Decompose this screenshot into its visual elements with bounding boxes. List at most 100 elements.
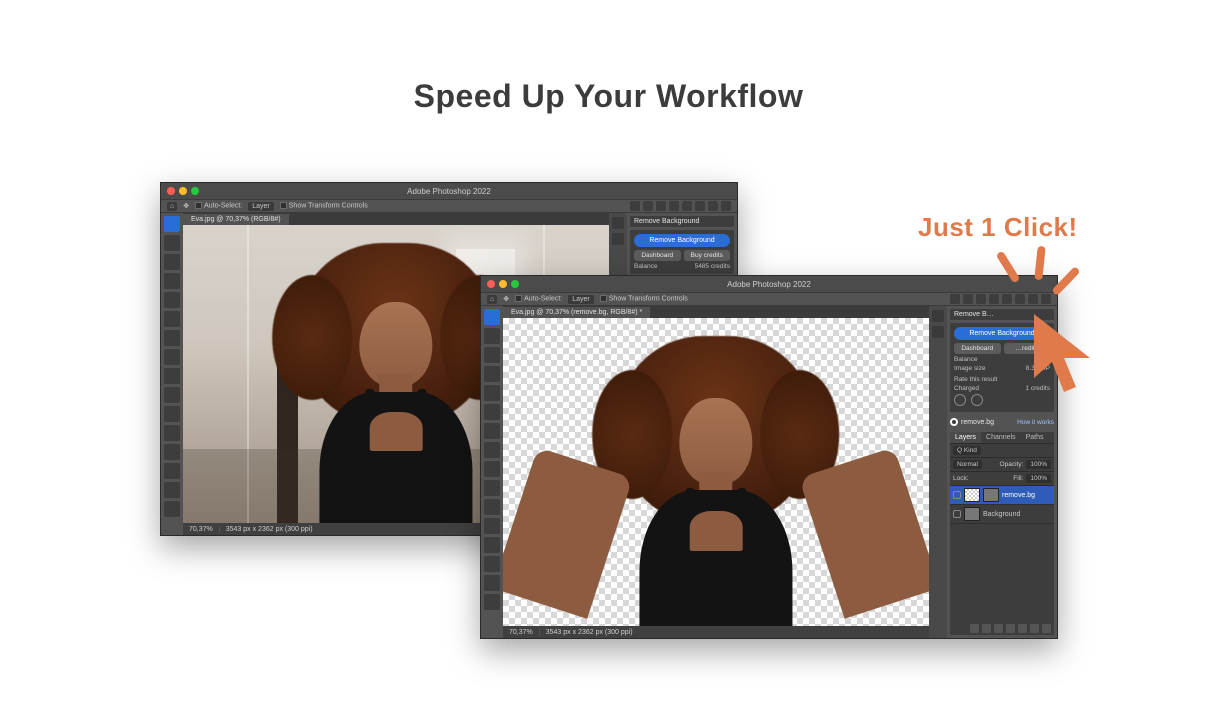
brush-tool-icon[interactable]: [164, 368, 180, 384]
panel-icon[interactable]: [612, 233, 624, 245]
marquee-tool-icon[interactable]: [484, 328, 500, 344]
panel-icon[interactable]: [612, 217, 624, 229]
distribute-icon[interactable]: [721, 201, 731, 211]
layer-filter-dropdown[interactable]: Q Kind: [953, 446, 981, 455]
new-layer-icon[interactable]: [1030, 624, 1039, 633]
visibility-icon[interactable]: [953, 510, 961, 518]
distribute-icon[interactable]: [1041, 294, 1051, 304]
auto-select-checkbox[interactable]: [195, 202, 202, 209]
thumbs-up-icon[interactable]: [954, 394, 966, 406]
mode-icon[interactable]: [669, 201, 679, 211]
gradient-tool-icon[interactable]: [164, 444, 180, 460]
dashboard-button[interactable]: Dashboard: [954, 343, 1001, 354]
eyedropper-tool-icon[interactable]: [164, 330, 180, 346]
blend-mode-dropdown[interactable]: Normal: [953, 460, 982, 469]
document-tab[interactable]: Eva.jpg @ 70,37% (remove.bg, RGB/8#) *: [503, 306, 929, 318]
pen-tool-icon[interactable]: [484, 594, 500, 610]
stamp-tool-icon[interactable]: [164, 387, 180, 403]
fx-icon[interactable]: [982, 624, 991, 633]
how-it-works-link[interactable]: How it works: [1017, 419, 1054, 426]
align-icon[interactable]: [643, 201, 653, 211]
dodge-tool-icon[interactable]: [164, 482, 180, 498]
home-icon[interactable]: ⌂: [167, 202, 177, 211]
show-transform-checkbox[interactable]: [280, 202, 287, 209]
auto-select-checkbox[interactable]: [515, 295, 522, 302]
distribute-icon[interactable]: [695, 201, 705, 211]
adjustment-icon[interactable]: [1006, 624, 1015, 633]
crop-tool-icon[interactable]: [484, 385, 500, 401]
dashboard-button[interactable]: Dashboard: [634, 250, 681, 261]
blur-tool-icon[interactable]: [484, 556, 500, 572]
minimize-icon[interactable]: [179, 187, 187, 195]
zoom-icon[interactable]: [191, 187, 199, 195]
document-tab[interactable]: Eva.jpg @ 70,37% (RGB/8#): [183, 213, 609, 225]
home-icon[interactable]: ⌂: [487, 295, 497, 304]
opacity-value[interactable]: 100%: [1026, 460, 1051, 469]
history-brush-tool-icon[interactable]: [164, 406, 180, 422]
visibility-icon[interactable]: [953, 491, 961, 499]
fill-value[interactable]: 100%: [1026, 474, 1051, 483]
zoom-icon[interactable]: [511, 280, 519, 288]
mode-icon[interactable]: [1002, 294, 1012, 304]
heal-tool-icon[interactable]: [164, 349, 180, 365]
frame-tool-icon[interactable]: [484, 404, 500, 420]
eraser-tool-icon[interactable]: [164, 425, 180, 441]
dodge-tool-icon[interactable]: [484, 575, 500, 591]
mask-icon[interactable]: [994, 624, 1003, 633]
brush-tool-icon[interactable]: [484, 461, 500, 477]
status-zoom[interactable]: 70,37%: [183, 526, 220, 533]
gradient-tool-icon[interactable]: [484, 537, 500, 553]
align-icon[interactable]: [630, 201, 640, 211]
toolbar: [161, 213, 183, 535]
distribute-icon[interactable]: [708, 201, 718, 211]
heal-tool-icon[interactable]: [484, 442, 500, 458]
close-icon[interactable]: [487, 280, 495, 288]
wand-tool-icon[interactable]: [484, 366, 500, 382]
crop-tool-icon[interactable]: [164, 292, 180, 308]
panel-icon[interactable]: [932, 326, 944, 338]
tab-layers[interactable]: Layers: [950, 432, 981, 443]
link-layers-icon[interactable]: [970, 624, 979, 633]
remove-background-button[interactable]: Remove Background: [954, 327, 1050, 340]
stamp-tool-icon[interactable]: [484, 480, 500, 496]
buy-credits-button[interactable]: …redits: [1004, 343, 1051, 354]
marquee-tool-icon[interactable]: [164, 235, 180, 251]
auto-select-dropdown[interactable]: Layer: [248, 202, 274, 211]
lasso-tool-icon[interactable]: [484, 347, 500, 363]
tab-channels[interactable]: Channels: [981, 432, 1021, 443]
tab-paths[interactable]: Paths: [1021, 432, 1049, 443]
mode-icon[interactable]: [989, 294, 999, 304]
status-zoom[interactable]: 70,37%: [503, 629, 540, 636]
panel-icon[interactable]: [932, 310, 944, 322]
pen-tool-icon[interactable]: [164, 501, 180, 517]
auto-select-dropdown[interactable]: Layer: [568, 295, 594, 304]
align-icon[interactable]: [656, 201, 666, 211]
move-tool-icon[interactable]: [164, 216, 180, 232]
wand-tool-icon[interactable]: [164, 273, 180, 289]
close-icon[interactable]: [167, 187, 175, 195]
layers-panel: Layers Channels Paths Q Kind Normal Opac…: [950, 432, 1054, 635]
minimize-icon[interactable]: [499, 280, 507, 288]
align-icon[interactable]: [976, 294, 986, 304]
blur-tool-icon[interactable]: [164, 463, 180, 479]
canvas[interactable]: [503, 318, 929, 626]
frame-tool-icon[interactable]: [164, 311, 180, 327]
show-transform-checkbox[interactable]: [600, 295, 607, 302]
trash-icon[interactable]: [1042, 624, 1051, 633]
history-brush-tool-icon[interactable]: [484, 499, 500, 515]
mode-icon[interactable]: [682, 201, 692, 211]
eyedropper-tool-icon[interactable]: [484, 423, 500, 439]
move-tool-icon[interactable]: [484, 309, 500, 325]
group-icon[interactable]: [1018, 624, 1027, 633]
distribute-icon[interactable]: [1028, 294, 1038, 304]
buy-credits-button[interactable]: Buy credits: [684, 250, 731, 261]
remove-background-button[interactable]: Remove Background: [634, 234, 730, 247]
distribute-icon[interactable]: [1015, 294, 1025, 304]
layer-row[interactable]: remove.bg: [950, 486, 1054, 505]
align-icon[interactable]: [963, 294, 973, 304]
thumbs-down-icon[interactable]: [971, 394, 983, 406]
lasso-tool-icon[interactable]: [164, 254, 180, 270]
eraser-tool-icon[interactable]: [484, 518, 500, 534]
layer-row[interactable]: Background: [950, 505, 1054, 524]
align-icon[interactable]: [950, 294, 960, 304]
